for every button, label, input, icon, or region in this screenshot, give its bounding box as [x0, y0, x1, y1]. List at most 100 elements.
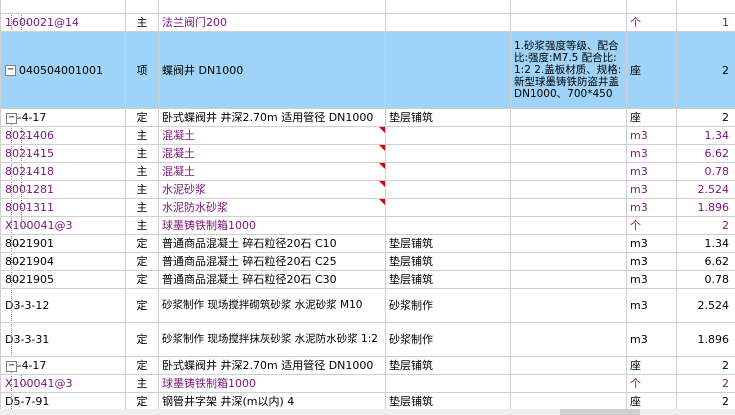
- row-feature[interactable]: 垫层铺筑: [385, 392, 511, 411]
- collapse-toggle-icon[interactable]: −: [5, 65, 16, 76]
- row-qty[interactable]: 1: [676, 13, 735, 32]
- row-unit: m3: [626, 322, 677, 357]
- scrollbar-thumb[interactable]: [560, 409, 640, 415]
- collapse-toggle-icon[interactable]: −: [6, 113, 17, 124]
- row-qty[interactable]: 2: [676, 374, 735, 393]
- comment-flag-icon: [379, 145, 385, 151]
- row-unit: 座: [626, 356, 677, 375]
- grid-top-row: [0, 0, 735, 14]
- row-name: 混凝土: [162, 165, 195, 178]
- table-row[interactable]: 1600021@14 主 法兰阀门200 个 1: [0, 13, 735, 32]
- row-feature[interactable]: [385, 374, 511, 393]
- row-name[interactable]: 砂浆制作 现场搅拌抹灰砂浆 水泥防水砂浆 1:2: [158, 322, 386, 357]
- row-blank: [510, 392, 627, 411]
- row-qty[interactable]: 2: [676, 356, 735, 375]
- row-name[interactable]: 球墨铸铁制箱1000: [158, 374, 386, 393]
- row-blank: [510, 144, 627, 163]
- row-name[interactable]: 普通商品混凝土 碎石粒径20石 C10: [158, 234, 386, 253]
- row-qty[interactable]: 1.896: [676, 198, 735, 217]
- row-code: 1600021@14: [5, 16, 79, 29]
- row-qty[interactable]: 2.524: [676, 288, 735, 323]
- row-qty[interactable]: 2.524: [676, 180, 735, 199]
- row-unit: m3: [626, 180, 677, 199]
- row-feature[interactable]: 砂浆制作: [385, 322, 511, 357]
- row-qty[interactable]: 1.34: [676, 234, 735, 253]
- row-qty[interactable]: 2: [676, 108, 735, 127]
- row-code: X100041@3: [5, 377, 73, 390]
- row-unit: m3: [626, 234, 677, 253]
- row-qty[interactable]: 0.78: [676, 270, 735, 289]
- row-feature[interactable]: [385, 144, 511, 163]
- row-feature[interactable]: 垫层铺筑: [385, 234, 511, 253]
- row-unit: 座: [626, 392, 677, 411]
- table-row[interactable]: 8021418 主 混凝土 m3 0.78: [0, 162, 735, 181]
- row-unit: 个: [626, 13, 677, 32]
- table-row[interactable]: 8001311 主 水泥防水砂浆 m3 1.896: [0, 198, 735, 217]
- row-qty[interactable]: 1.34: [676, 126, 735, 145]
- row-feature[interactable]: [385, 126, 511, 145]
- collapse-toggle-icon[interactable]: −: [6, 361, 17, 372]
- row-feature[interactable]: 垫层铺筑: [385, 252, 511, 271]
- bill-table: 1600021@14 主 法兰阀门200 个 1 −040504001001 项…: [0, 0, 735, 411]
- row-type: 定: [125, 234, 159, 253]
- row-name: 混凝土: [162, 129, 195, 142]
- table-row[interactable]: − D-4-17 定 卧式蝶阀井 井深2.70m 适用管径 DN1000 垫层铺筑…: [0, 356, 735, 375]
- row-qty[interactable]: 6.62: [676, 144, 735, 163]
- row-name[interactable]: 钢管井字架 井深(m以内) 4: [158, 392, 386, 411]
- table-row[interactable]: X100041@3 主 球墨铸铁制箱1000 个 2: [0, 216, 735, 235]
- row-type: 主: [125, 180, 159, 199]
- row-blank: [510, 252, 627, 271]
- table-row[interactable]: D5-7-91 定 钢管井字架 井深(m以内) 4 垫层铺筑 座 2: [0, 392, 735, 411]
- row-blank: [510, 234, 627, 253]
- table-row[interactable]: 8021406 主 混凝土 m3 1.34: [0, 126, 735, 145]
- row-unit: m3: [626, 270, 677, 289]
- row-type: 主: [125, 216, 159, 235]
- row-feature[interactable]: [385, 13, 511, 32]
- table-row[interactable]: D3-3-12 定 砂浆制作 现场搅拌砌筑砂浆 水泥砂浆 M10 砂浆制作 m3…: [0, 288, 735, 323]
- row-type: 主: [125, 126, 159, 145]
- row-blank: [510, 180, 627, 199]
- row-feature[interactable]: [385, 198, 511, 217]
- row-qty[interactable]: 1.896: [676, 322, 735, 357]
- table-row[interactable]: 8021901 定 普通商品混凝土 碎石粒径20石 C10 垫层铺筑 m3 1.…: [0, 234, 735, 253]
- row-qty[interactable]: 0.78: [676, 162, 735, 181]
- row-qty[interactable]: 2: [676, 31, 735, 109]
- table-row[interactable]: 8021415 主 混凝土 m3 6.62: [0, 144, 735, 163]
- table-row[interactable]: 8001281 主 水泥砂浆 m3 2.524: [0, 180, 735, 199]
- row-feature[interactable]: 砂浆制作: [385, 288, 511, 323]
- row-name[interactable]: 卧式蝶阀井 井深2.70m 适用管径 DN1000: [158, 356, 386, 375]
- row-qty[interactable]: 2: [676, 392, 735, 411]
- row-feature[interactable]: [385, 162, 511, 181]
- row-feature[interactable]: 垫层铺筑: [385, 270, 511, 289]
- horizontal-scrollbar[interactable]: [0, 409, 735, 415]
- table-row[interactable]: 8021905 定 普通商品混凝土 碎石粒径20石 C30 垫层铺筑 m3 0.…: [0, 270, 735, 289]
- row-type: 定: [125, 288, 159, 323]
- row-type: 定: [125, 252, 159, 271]
- row-qty[interactable]: 6.62: [676, 252, 735, 271]
- table-row[interactable]: − D-4-17 定 卧式蝶阀井 井深2.70m 适用管径 DN1000 垫层铺筑…: [0, 108, 735, 127]
- row-name[interactable]: 普通商品混凝土 碎石粒径20石 C30: [158, 270, 386, 289]
- row-feature[interactable]: [385, 180, 511, 199]
- row-name[interactable]: 卧式蝶阀井 井深2.70m 适用管径 DN1000: [158, 108, 386, 127]
- row-feature[interactable]: 垫层铺筑: [385, 356, 511, 375]
- row-name[interactable]: 蝶阀井 DN1000: [158, 31, 386, 109]
- row-type: 主: [125, 374, 159, 393]
- row-feature[interactable]: [385, 216, 511, 235]
- row-type: 项: [125, 31, 159, 109]
- row-blank: [510, 108, 627, 127]
- row-name[interactable]: 球墨铸铁制箱1000: [158, 216, 386, 235]
- table-row-selected[interactable]: −040504001001 项 蝶阀井 DN1000 1.砂浆强度等级、配合比:…: [0, 31, 735, 109]
- row-unit: m3: [626, 162, 677, 181]
- row-unit: m3: [626, 288, 677, 323]
- row-name[interactable]: 法兰阀门200: [158, 13, 386, 32]
- row-name[interactable]: 普通商品混凝土 碎石粒径20石 C25: [158, 252, 386, 271]
- row-feature[interactable]: 垫层铺筑: [385, 108, 511, 127]
- table-row[interactable]: 8021904 定 普通商品混凝土 碎石粒径20石 C25 垫层铺筑 m3 6.…: [0, 252, 735, 271]
- row-item-feature[interactable]: 1.砂浆强度等级、配合比:强度:M7.5 配合比:1:2 2.盖板材质、规格:新…: [510, 31, 627, 109]
- table-row[interactable]: X100041@3 主 球墨铸铁制箱1000 个 2: [0, 374, 735, 393]
- table-row[interactable]: D3-3-31 定 砂浆制作 现场搅拌抹灰砂浆 水泥防水砂浆 1:2 砂浆制作 …: [0, 322, 735, 357]
- row-blank: [510, 216, 627, 235]
- row-code: 8021406: [5, 129, 54, 142]
- row-qty[interactable]: 2: [676, 216, 735, 235]
- row-name[interactable]: 砂浆制作 现场搅拌砌筑砂浆 水泥砂浆 M10: [158, 288, 386, 323]
